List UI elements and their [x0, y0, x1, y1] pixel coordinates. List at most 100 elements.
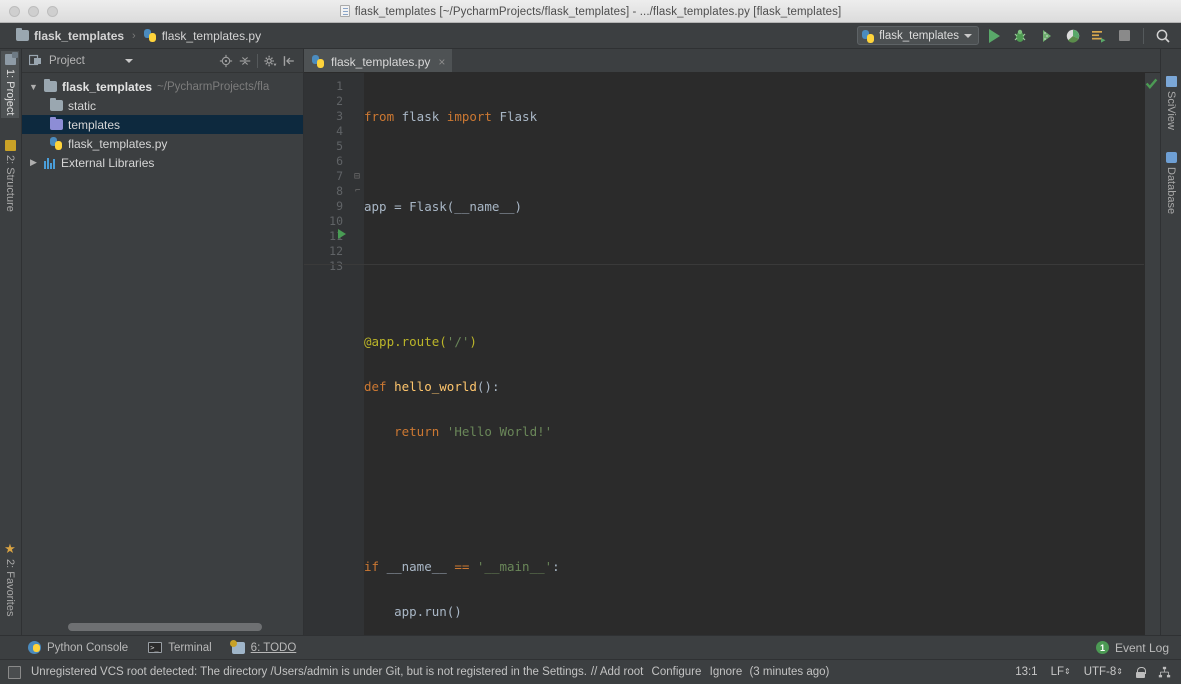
navigation-toolbar: flask_templates › flask_templates.py fla…	[0, 23, 1181, 49]
code-line-1: from flask import Flask	[364, 109, 1144, 124]
run-configuration-selector[interactable]: flask_templates	[857, 26, 979, 45]
line-number: 12	[329, 244, 343, 258]
debug-bug-icon	[1014, 29, 1025, 42]
code-line-8: return 'Hello World!'	[364, 424, 1144, 439]
code-token: from	[364, 109, 395, 124]
code-line-12: app.run()	[364, 604, 1144, 619]
breadcrumb-item-project[interactable]: flask_templates	[10, 27, 130, 45]
attach-console-button[interactable]	[1088, 25, 1109, 46]
library-icon	[44, 157, 56, 169]
code-line-3: app = Flask(__name__)	[364, 199, 1144, 214]
locate-target-icon[interactable]	[219, 54, 233, 68]
bottom-item-todo[interactable]: 6: TODO	[229, 639, 297, 654]
code-token: '__main__'	[476, 559, 553, 574]
sidebar-item-label: SciView	[1165, 91, 1177, 130]
stop-button[interactable]	[1114, 25, 1135, 46]
ignore-link[interactable]: Ignore	[705, 666, 743, 678]
gutter-run-marker-icon[interactable]	[338, 229, 346, 239]
line-number: 6	[336, 154, 343, 168]
chevron-down-icon[interactable]: ▼	[28, 82, 39, 92]
line-number: 9	[336, 199, 343, 213]
close-icon[interactable]: ×	[438, 55, 445, 69]
chevron-down-icon[interactable]	[124, 58, 133, 63]
breadcrumb-label: flask_templates	[34, 28, 125, 43]
python-file-icon	[143, 29, 157, 42]
main-toolbar-actions: flask_templates	[857, 25, 1181, 46]
inspection-ok-check-icon[interactable]	[1145, 77, 1158, 90]
tree-node-flask-templates-py[interactable]: flask_templates.py	[22, 134, 303, 153]
editor-gutter[interactable]: 1 2 3 4 5 6 7 8 9 10 11 12 13	[304, 73, 352, 635]
line-separator-selector[interactable]: LF⇕	[1051, 666, 1071, 678]
tab-flask-templates-py[interactable]: flask_templates.py ×	[304, 49, 453, 72]
add-root-link[interactable]: // Add root	[591, 666, 643, 678]
code-folding-column[interactable]: ⊟ ⌐	[352, 73, 364, 635]
status-bar-right: 13:1 LF⇕ UTF-8⇕	[1015, 666, 1171, 679]
line-number: 10	[329, 214, 343, 228]
debug-button[interactable]	[1010, 25, 1031, 46]
bottom-item-label: 6: TODO	[250, 641, 297, 654]
sidebar-item-label: Database	[1165, 167, 1177, 215]
sidebar-item-project[interactable]: 1: Project	[1, 51, 19, 119]
tree-node-label: External Libraries	[61, 155, 155, 170]
bottom-item-terminal[interactable]: >_ Terminal	[148, 642, 212, 654]
project-panel-horizontal-scrollbar[interactable]	[22, 619, 303, 635]
hide-panel-icon[interactable]	[282, 54, 296, 68]
bottom-item-python-console[interactable]: Python Console	[28, 641, 128, 654]
breadcrumb: flask_templates › flask_templates.py	[0, 27, 267, 45]
database-icon	[1165, 152, 1177, 163]
code-token: Flask	[491, 109, 538, 124]
sidebar-item-structure[interactable]: 2: Structure	[1, 137, 19, 215]
sciview-grid-icon	[1165, 76, 1177, 87]
code-text[interactable]: from flask import Flask app = Flask(__na…	[364, 73, 1144, 635]
sidebar-item-database[interactable]: Database	[1162, 149, 1180, 217]
folder-blue-icon	[50, 117, 63, 130]
fold-region-start-icon[interactable]: ⊟	[354, 169, 360, 184]
coverage-icon	[1042, 29, 1051, 42]
editor-marker-gutter[interactable]	[1144, 73, 1160, 635]
pycharm-window: flask_templates [~/PycharmProjects/flask…	[0, 0, 1181, 684]
line-number: 5	[336, 139, 343, 153]
event-log-button[interactable]: 1 Event Log	[1095, 640, 1181, 655]
python-console-icon	[28, 641, 41, 654]
editor-area: flask_templates.py × 1 2 3 4 5 6 7 8 9 1…	[304, 49, 1160, 635]
code-token: ==	[446, 559, 477, 574]
code-line-7: def hello_world():	[364, 379, 1144, 394]
code-token: :	[552, 559, 560, 574]
caret-position[interactable]: 13:1	[1015, 666, 1037, 678]
lock-icon[interactable]	[1136, 666, 1146, 678]
code-token: app.run()	[364, 604, 462, 619]
tree-node-external-libraries[interactable]: ▶ External Libraries	[22, 153, 303, 172]
run-button[interactable]	[984, 25, 1005, 46]
run-configuration-label: flask_templates	[879, 29, 959, 42]
editor-tab-label: flask_templates.py	[331, 54, 431, 69]
encoding-selector[interactable]: UTF-8⇕	[1084, 666, 1123, 678]
line-number: 4	[336, 124, 343, 138]
window-title-bar: flask_templates [~/PycharmProjects/flask…	[0, 0, 1181, 23]
configure-link[interactable]: Configure	[647, 666, 702, 678]
settings-gear-icon[interactable]	[263, 54, 277, 68]
event-log-label: Event Log	[1114, 640, 1169, 655]
run-with-coverage-button[interactable]	[1036, 25, 1057, 46]
tree-node-static[interactable]: static	[22, 96, 303, 115]
search-everywhere-button[interactable]	[1152, 25, 1173, 46]
code-editor[interactable]: 1 2 3 4 5 6 7 8 9 10 11 12 13 ⊟ ⌐ from f…	[304, 73, 1160, 635]
profile-button[interactable]	[1062, 25, 1083, 46]
collapse-all-icon[interactable]	[238, 54, 252, 68]
sidebar-item-sciview[interactable]: SciView	[1162, 73, 1180, 133]
tree-node-templates[interactable]: templates	[22, 115, 303, 134]
hierarchy-icon[interactable]	[1158, 666, 1171, 679]
breadcrumb-item-file[interactable]: flask_templates.py	[138, 27, 267, 45]
project-icon	[29, 54, 41, 66]
sidebar-item-favorites[interactable]: ★ 2: Favorites	[1, 539, 19, 619]
memory-indicator-icon[interactable]	[8, 665, 21, 679]
fold-region-end-icon: ⌐	[355, 186, 361, 196]
tree-node-flask-templates[interactable]: ▼ flask_templates ~/PycharmProjects/fla	[22, 77, 303, 96]
star-icon: ★	[4, 541, 16, 556]
chevron-right-icon[interactable]: ▶	[28, 157, 39, 168]
project-tree[interactable]: ▼ flask_templates ~/PycharmProjects/fla …	[22, 73, 303, 619]
event-log-badge: 1	[1095, 641, 1109, 654]
scrollbar-thumb[interactable]	[68, 623, 262, 631]
